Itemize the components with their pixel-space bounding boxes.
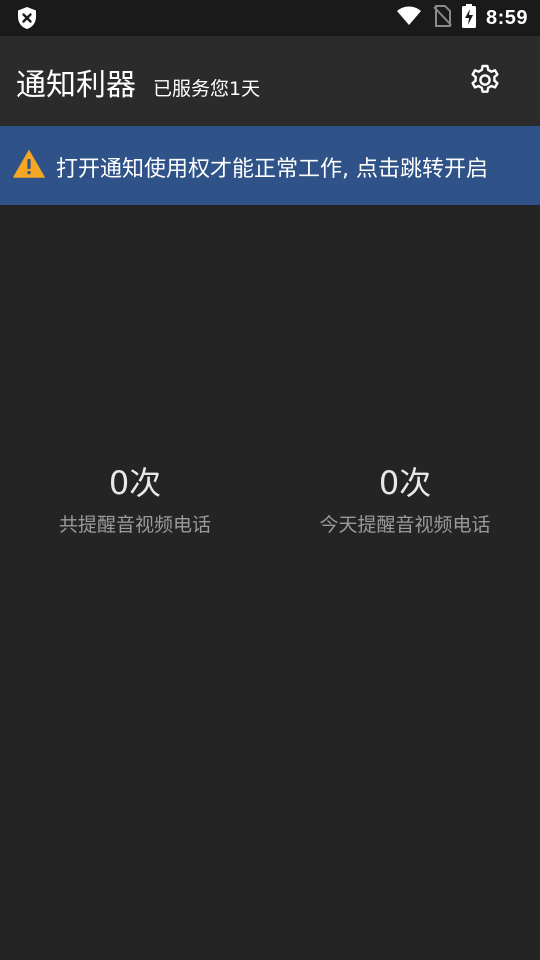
total-calls-label: 共提醒音视频电话 [58, 514, 211, 536]
notification-permission-banner[interactable]: 打开通知使用权才能正常工作, 点击跳转开启 [0, 126, 540, 205]
total-calls-stat: 0次 共提醒音视频电话 [0, 462, 270, 538]
wifi-icon [396, 6, 422, 30]
warning-icon [13, 150, 45, 178]
today-calls-label: 今天提醒音视频电话 [319, 514, 491, 536]
no-sim-icon [432, 5, 452, 31]
settings-button[interactable] [465, 62, 505, 102]
service-days-subtitle: 已服务您1天 [153, 78, 261, 100]
notice-text: 打开通知使用权才能正常工作, 点击跳转开启 [56, 157, 488, 182]
gear-icon [469, 64, 501, 100]
status-time: 8:59 [485, 6, 528, 29]
app-title: 通知利器 [16, 68, 136, 103]
total-calls-count: 0次 [108, 464, 162, 502]
today-calls-stat: 0次 今天提醒音视频电话 [270, 462, 540, 538]
shield-x-icon [16, 6, 38, 30]
app-bar: 通知利器 已服务您1天 [0, 36, 540, 126]
today-calls-count: 0次 [378, 464, 432, 502]
battery-charging-icon [461, 4, 476, 32]
status-bar: 8:59 [0, 0, 540, 36]
